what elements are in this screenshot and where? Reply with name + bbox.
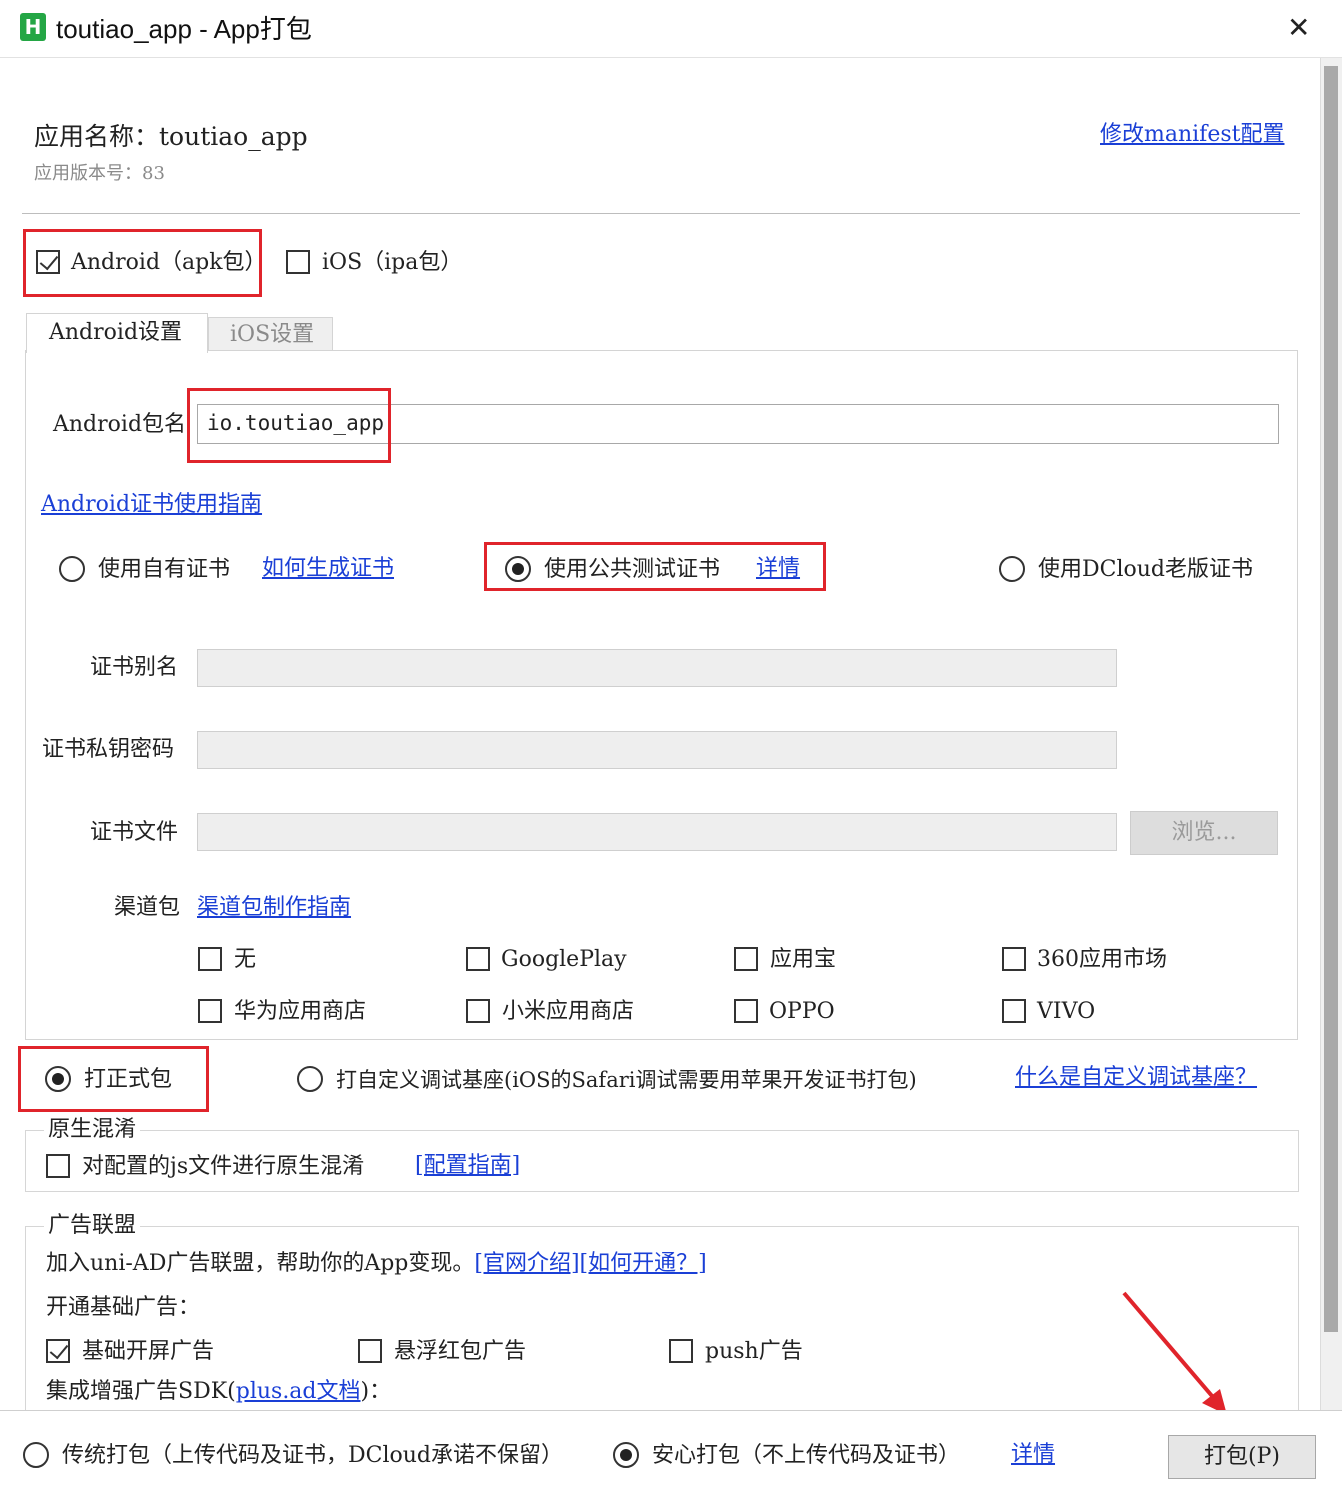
obfuscation-guide-link[interactable]: [配置指南]	[415, 1151, 520, 1181]
footer-details-link[interactable]: 详情	[1011, 1440, 1055, 1470]
splash-ad-checkbox[interactable]	[46, 1339, 70, 1363]
tab-android-label: Android设置	[49, 320, 183, 345]
browse-button[interactable]: 浏览...	[1130, 811, 1278, 855]
app-name: 应用名称：toutiao_app	[34, 122, 308, 151]
hbuilder-h-icon: H	[20, 13, 46, 41]
channel-label: 渠道包	[114, 895, 181, 920]
red-packet-ad-checkbox[interactable]	[358, 1339, 382, 1363]
dcloud-cert-label[interactable]: 使用DCloud老版证书	[1038, 555, 1253, 585]
ads-legend: 广告联盟	[44, 1211, 141, 1241]
channel-vivo-label[interactable]: VIVO	[1037, 997, 1095, 1027]
red-packet-ad-label[interactable]: 悬浮红包广告	[394, 1337, 526, 1367]
obfuscation-label[interactable]: 对配置的js文件进行原生混淆	[82, 1152, 364, 1182]
custom-base-help-link[interactable]: 什么是自定义调试基座？	[1015, 1063, 1257, 1093]
android-label[interactable]: Android（apk包）	[71, 248, 267, 278]
custom-base-radio[interactable]	[297, 1066, 323, 1092]
browse-button-label: 浏览...	[1171, 820, 1237, 845]
channel-xiaomi-label[interactable]: 小米应用商店	[502, 997, 634, 1027]
push-ad-label[interactable]: push广告	[705, 1337, 803, 1367]
ios-label[interactable]: iOS（ipa包）	[322, 248, 462, 278]
traditional-build-label[interactable]: 传统打包（上传代码及证书，DCloud承诺不保留）	[62, 1441, 563, 1471]
ios-checkbox[interactable]	[286, 250, 310, 274]
safe-build-label[interactable]: 安心打包（不上传代码及证书）	[652, 1441, 960, 1471]
android-settings-panel	[25, 350, 1298, 1040]
package-name-label: Android包名	[53, 412, 187, 437]
public-cert-details-link[interactable]: 详情	[756, 554, 800, 584]
public-cert-radio[interactable]	[505, 556, 531, 582]
channel-xiaomi-checkbox[interactable]	[466, 999, 490, 1023]
sdk-label-prefix: 集成增强广告SDK(	[46, 1379, 236, 1404]
sdk-doc-link[interactable]: plus.ad文档	[236, 1379, 361, 1404]
build-button-label: 打包(P)	[1204, 1444, 1280, 1469]
basic-ads-label: 开通基础广告：	[46, 1295, 201, 1320]
modify-manifest-link[interactable]: 修改manifest配置	[1100, 120, 1284, 150]
ads-intro-text: 加入uni-AD广告联盟，帮助你的App变现。	[46, 1251, 475, 1276]
ads-intro-link[interactable]: [官网介绍][如何开通？]	[474, 1251, 706, 1276]
release-package-label[interactable]: 打正式包	[84, 1065, 172, 1095]
channel-googleplay-checkbox[interactable]	[466, 947, 490, 971]
cert-file-label: 证书文件	[90, 820, 179, 845]
splash-ad-label[interactable]: 基础开屏广告	[82, 1337, 214, 1367]
channel-huawei-checkbox[interactable]	[198, 999, 222, 1023]
cert-file-input[interactable]	[197, 813, 1117, 851]
traditional-build-radio[interactable]	[23, 1442, 49, 1468]
push-ad-checkbox[interactable]	[669, 1339, 693, 1363]
annotation-arrow-icon	[1122, 1291, 1227, 1415]
close-icon[interactable]: ✕	[1287, 10, 1310, 46]
cert-alias-label: 证书别名	[90, 655, 179, 680]
cert-password-label: 证书私钥密码	[42, 737, 175, 762]
android-checkbox[interactable]	[36, 250, 60, 274]
public-cert-label[interactable]: 使用公共测试证书	[544, 555, 720, 585]
scrollbar-track[interactable]	[1320, 58, 1342, 1410]
tab-ios-label: iOS设置	[230, 322, 315, 347]
build-button[interactable]: 打包(P)	[1168, 1435, 1316, 1479]
channel-oppo-label[interactable]: OPPO	[769, 997, 835, 1027]
how-to-generate-cert-link[interactable]: 如何生成证书	[262, 554, 394, 584]
safe-build-radio[interactable]	[613, 1442, 639, 1468]
tab-android-settings[interactable]: Android设置	[26, 313, 208, 353]
own-cert-radio[interactable]	[59, 556, 85, 582]
channel-360-label[interactable]: 360应用市场	[1037, 945, 1167, 975]
ads-intro: 加入uni-AD广告联盟，帮助你的App变现。[官网介绍][如何开通？]	[46, 1249, 707, 1279]
channel-googleplay-label[interactable]: GooglePlay	[501, 945, 627, 975]
custom-base-label[interactable]: 打自定义调试基座(iOS的Safari调试需要用苹果开发证书打包)	[336, 1065, 917, 1095]
sdk-line: 集成增强广告SDK(plus.ad文档)：	[46, 1377, 391, 1407]
android-cert-guide-link[interactable]: Android证书使用指南	[41, 490, 262, 520]
channel-oppo-checkbox[interactable]	[734, 999, 758, 1023]
obfuscation-legend: 原生混淆	[44, 1115, 141, 1145]
channel-guide-link[interactable]: 渠道包制作指南	[197, 893, 351, 923]
channel-vivo-checkbox[interactable]	[1002, 999, 1026, 1023]
package-name-input[interactable]: io.toutiao_app	[197, 404, 1279, 444]
release-package-radio[interactable]	[45, 1066, 71, 1092]
channel-yingyongbao-checkbox[interactable]	[734, 947, 758, 971]
cert-password-input[interactable]	[197, 731, 1117, 769]
channel-none-label[interactable]: 无	[234, 945, 256, 975]
obfuscation-checkbox[interactable]	[46, 1154, 70, 1178]
channel-360-checkbox[interactable]	[1002, 947, 1026, 971]
own-cert-label[interactable]: 使用自有证书	[98, 555, 230, 585]
title-bar: H toutiao_app - App打包 ✕	[0, 0, 1342, 58]
header-divider	[22, 213, 1300, 214]
scrollbar-thumb[interactable]	[1324, 66, 1338, 1332]
window-title: toutiao_app - App打包	[56, 14, 312, 44]
channel-huawei-label[interactable]: 华为应用商店	[234, 997, 366, 1027]
sdk-label-suffix: )：	[360, 1379, 392, 1404]
dcloud-cert-radio[interactable]	[999, 556, 1025, 582]
app-version: 应用版本号：83	[34, 163, 165, 184]
channel-none-checkbox[interactable]	[198, 947, 222, 971]
tab-ios-settings[interactable]: iOS设置	[208, 317, 333, 351]
cert-alias-input[interactable]	[197, 649, 1117, 687]
channel-yingyongbao-label[interactable]: 应用宝	[770, 945, 836, 975]
